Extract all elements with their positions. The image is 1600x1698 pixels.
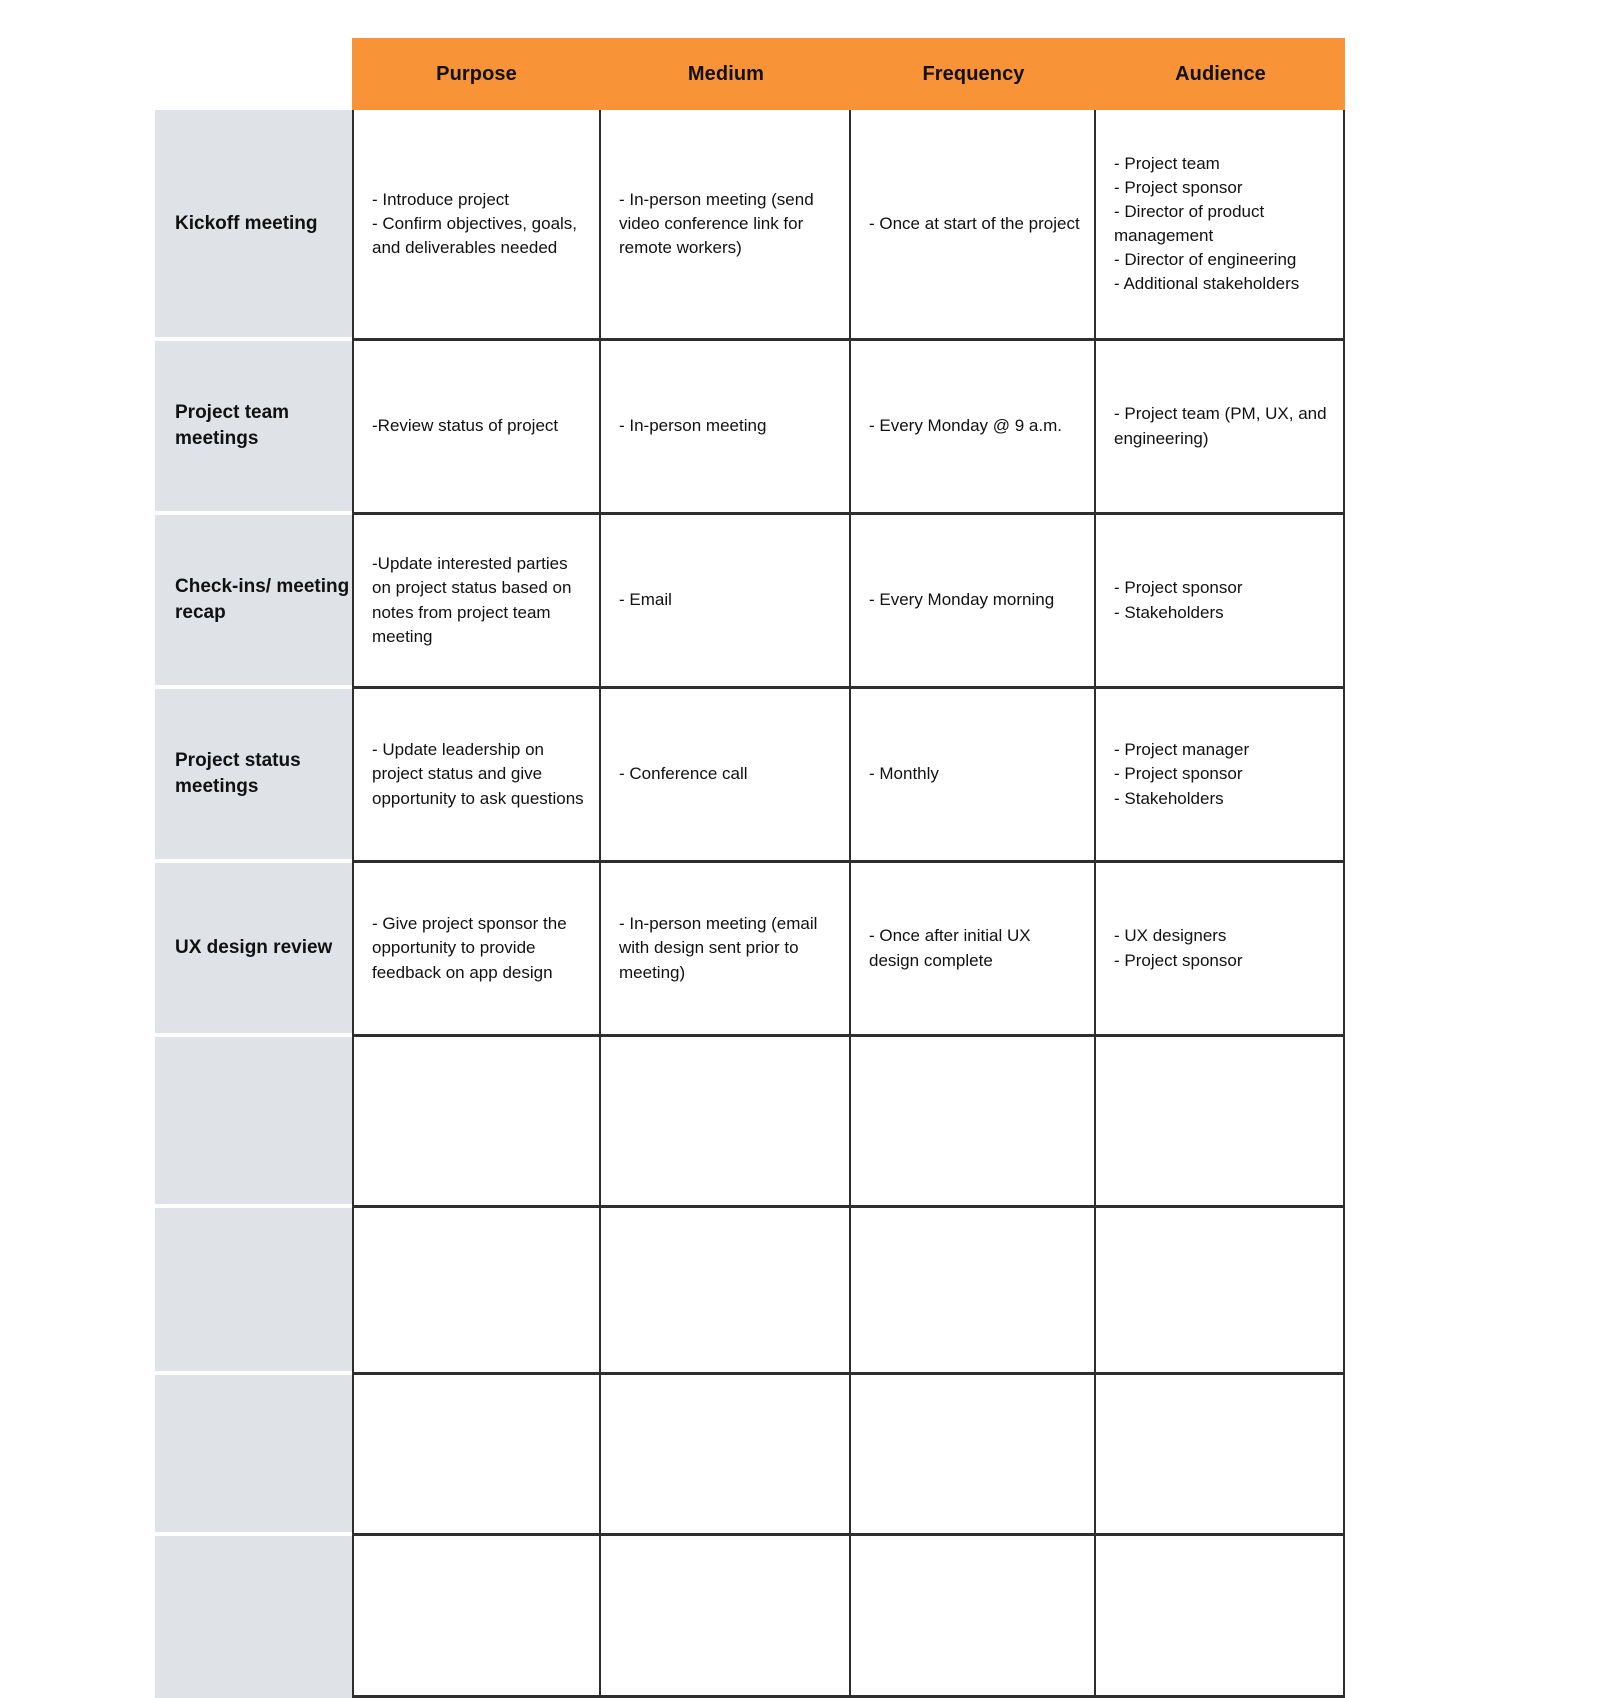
table-row: Kickoff meeting - Introduce project - Co… — [155, 110, 1345, 341]
cell-ux-design-audience: - UX designers - Project sponsor — [1096, 863, 1345, 1037]
cell-empty-2-frequency — [851, 1208, 1096, 1375]
cell-empty-3-frequency — [851, 1375, 1096, 1536]
cell-kickoff-audience: - Project team - Project sponsor - Direc… — [1096, 110, 1345, 341]
row-label-check-ins-meeting-recap: Check-ins/ meeting recap — [155, 515, 352, 689]
row-label-empty-3 — [155, 1375, 352, 1536]
cell-ux-design-purpose: - Give project sponsor the opportunity t… — [352, 863, 601, 1037]
cell-check-ins-frequency: - Every Monday morning — [851, 515, 1096, 689]
cell-project-team-purpose: -Review status of project — [352, 341, 601, 515]
row-label-project-status-meetings: Project status meetings — [155, 689, 352, 863]
cell-kickoff-medium: - In-person meeting (send video conferen… — [601, 110, 851, 341]
cell-kickoff-frequency: - Once at start of the project — [851, 110, 1096, 341]
column-header-audience: Audience — [1096, 38, 1345, 110]
cell-check-ins-audience: - Project sponsor - Stakeholders — [1096, 515, 1345, 689]
column-header-frequency: Frequency — [851, 38, 1096, 110]
table-row — [155, 1375, 1345, 1536]
row-label-kickoff-meeting: Kickoff meeting — [155, 110, 352, 341]
cell-project-status-frequency: - Monthly — [851, 689, 1096, 863]
corner-header-cell — [155, 38, 352, 110]
cell-project-team-audience: - Project team (PM, UX, and engineering) — [1096, 341, 1345, 515]
table-row: UX design review - Give project sponsor … — [155, 863, 1345, 1037]
cell-project-team-medium: - In-person meeting — [601, 341, 851, 515]
cell-empty-2-audience — [1096, 1208, 1345, 1375]
row-label-empty-1 — [155, 1037, 352, 1208]
table-row: Project status meetings - Update leaders… — [155, 689, 1345, 863]
column-header-purpose: Purpose — [352, 38, 601, 110]
cell-kickoff-purpose: - Introduce project - Confirm objectives… — [352, 110, 601, 341]
row-label-project-team-meetings: Project team meetings — [155, 341, 352, 515]
table-row: Project team meetings -Review status of … — [155, 341, 1345, 515]
row-label-empty-4 — [155, 1536, 352, 1698]
table-header: Purpose Medium Frequency Audience — [155, 38, 1345, 110]
cell-project-status-medium: - Conference call — [601, 689, 851, 863]
cell-empty-2-medium — [601, 1208, 851, 1375]
cell-project-status-audience: - Project manager - Project sponsor - St… — [1096, 689, 1345, 863]
table-row — [155, 1536, 1345, 1698]
communication-plan-table: Purpose Medium Frequency Audience Kickof… — [155, 38, 1345, 1698]
cell-empty-4-medium — [601, 1536, 851, 1698]
page-canvas: Purpose Medium Frequency Audience Kickof… — [0, 0, 1600, 1698]
cell-empty-2-purpose — [352, 1208, 601, 1375]
cell-empty-4-frequency — [851, 1536, 1096, 1698]
cell-empty-1-purpose — [352, 1037, 601, 1208]
table-row — [155, 1037, 1345, 1208]
table-row: Check-ins/ meeting recap -Update interes… — [155, 515, 1345, 689]
cell-check-ins-purpose: -Update interested parties on project st… — [352, 515, 601, 689]
cell-ux-design-frequency: - Once after initial UX design complete — [851, 863, 1096, 1037]
cell-empty-3-audience — [1096, 1375, 1345, 1536]
column-header-medium: Medium — [601, 38, 851, 110]
cell-ux-design-medium: - In-person meeting (email with design s… — [601, 863, 851, 1037]
row-label-empty-2 — [155, 1208, 352, 1375]
cell-empty-1-audience — [1096, 1037, 1345, 1208]
table-row — [155, 1208, 1345, 1375]
cell-empty-3-medium — [601, 1375, 851, 1536]
cell-empty-4-purpose — [352, 1536, 601, 1698]
cell-project-team-frequency: - Every Monday @ 9 a.m. — [851, 341, 1096, 515]
cell-empty-4-audience — [1096, 1536, 1345, 1698]
cell-check-ins-medium: - Email — [601, 515, 851, 689]
cell-empty-3-purpose — [352, 1375, 601, 1536]
row-label-ux-design-review: UX design review — [155, 863, 352, 1037]
table-body: Kickoff meeting - Introduce project - Co… — [155, 110, 1345, 1698]
cell-project-status-purpose: - Update leadership on project status an… — [352, 689, 601, 863]
header-row: Purpose Medium Frequency Audience — [155, 38, 1345, 110]
cell-empty-1-medium — [601, 1037, 851, 1208]
cell-empty-1-frequency — [851, 1037, 1096, 1208]
